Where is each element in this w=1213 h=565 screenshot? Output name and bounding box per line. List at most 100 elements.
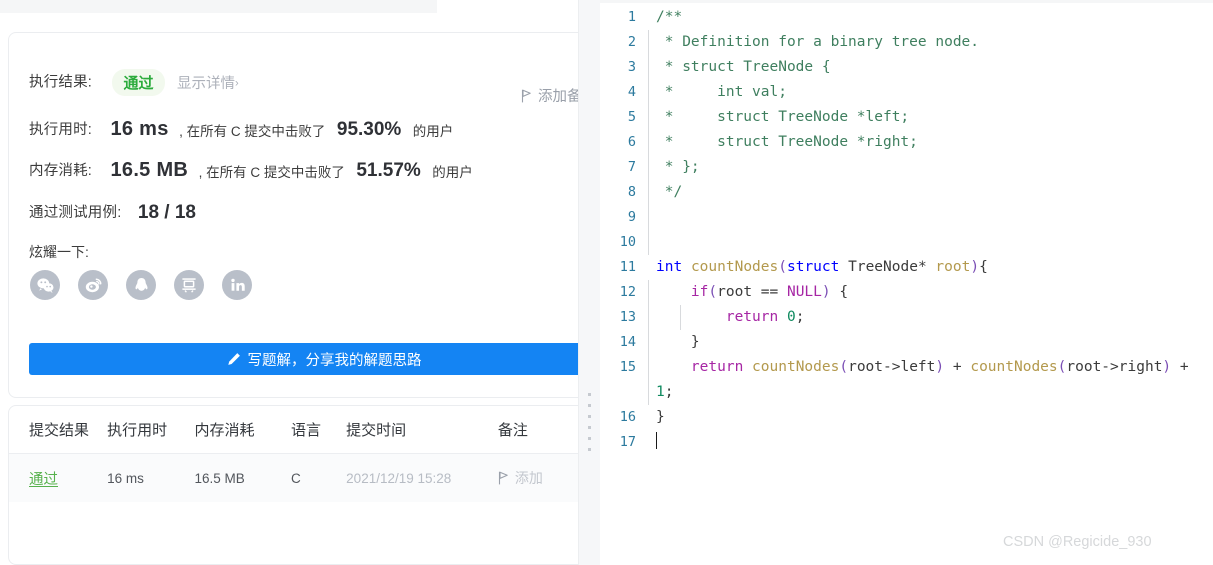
line-number: 16	[619, 409, 636, 425]
indent-guide	[648, 30, 649, 55]
write-solution-button[interactable]: 写题解，分享我的解题思路	[29, 343, 578, 375]
indent-guide	[648, 280, 649, 305]
code-token: return	[725, 309, 779, 325]
code-line: 17	[600, 430, 1213, 455]
weibo-share-icon[interactable]	[78, 270, 108, 300]
line-number: 2	[627, 34, 636, 50]
code-token: ;	[664, 384, 674, 400]
code-line: 11 int countNodes(struct TreeNode* root){	[600, 255, 1213, 280]
wechat-share-icon[interactable]	[30, 270, 60, 300]
code-token: * };	[656, 159, 700, 175]
column-header-memory: 内存消耗	[194, 422, 255, 439]
row-language: C	[291, 470, 301, 486]
code-token: +	[1171, 359, 1198, 375]
indent-guide	[648, 305, 649, 330]
code-token: )	[970, 259, 980, 275]
code-line-source: /**	[648, 5, 1213, 30]
code-token: (	[708, 284, 718, 300]
line-number: 5	[627, 109, 636, 125]
code-editor-pane[interactable]: 1 /** 2 * Definition for a binary tree nod…	[600, 0, 1213, 565]
app-root: 执行结果: 通过 显示详情› 添加备 执行用时: 16 ms , 在所有 C 提…	[0, 0, 1213, 565]
code-line-source	[648, 205, 1213, 230]
submissions-table: 提交结果 执行用时 内存消耗 语言 提交时间 备注 通过 16 ms 16.5 …	[9, 406, 578, 502]
column-header-note: 备注	[497, 422, 528, 439]
code-line: 1 /**	[600, 5, 1213, 30]
line-number: 1	[627, 9, 636, 25]
code-token: ;	[795, 309, 805, 325]
code-token: countNodes	[690, 259, 779, 275]
code-token: * struct TreeNode {	[656, 59, 831, 75]
add-note-label: 添加备	[538, 89, 578, 105]
code-line-source: return 0;	[648, 305, 1213, 330]
execution-result-row: 执行结果: 通过 显示详情›	[29, 69, 239, 96]
testcases-row: 通过测试用例: 18 / 18	[29, 201, 196, 224]
flag-icon	[521, 89, 531, 102]
line-number: 7	[627, 159, 636, 175]
line-number: 17	[619, 434, 636, 450]
code-line: 13 return 0;	[600, 305, 1213, 330]
code-token: )	[1162, 359, 1172, 375]
indent-guide	[680, 305, 681, 330]
line-number: 10	[619, 234, 636, 250]
code-token: 1	[656, 384, 665, 400]
text-caret	[656, 432, 657, 449]
memory-percentile: 51.57%	[356, 159, 421, 181]
column-header-submit-time: 提交时间	[346, 422, 407, 439]
code-line-source: if(root == NULL) {	[648, 280, 1213, 305]
show-detail-link[interactable]: 显示详情	[177, 76, 235, 92]
douban-share-icon[interactable]	[174, 270, 204, 300]
code-line: 10	[600, 230, 1213, 255]
row-result-link[interactable]: 通过	[29, 472, 58, 488]
testcases-value: 18 / 18	[137, 201, 196, 223]
code-line: 9	[600, 205, 1213, 230]
code-line-source: return countNodes(root->left) + countNod…	[648, 355, 1213, 405]
code-line-source: }	[648, 330, 1213, 355]
code-line-source: * struct TreeNode *left;	[648, 105, 1213, 130]
code-line: 3 * struct TreeNode {	[600, 55, 1213, 80]
indent-guide	[648, 55, 649, 80]
code-line: 12 if(root == NULL) {	[600, 280, 1213, 305]
code-token: * struct TreeNode *right;	[656, 134, 918, 150]
code-line-source: }	[648, 405, 1213, 430]
code-line: 7 * };	[600, 155, 1213, 180]
code-token: * int val;	[656, 84, 787, 100]
flag-icon	[498, 471, 508, 485]
code-token: struct	[786, 259, 840, 275]
row-add-note-button[interactable]: 添加	[498, 468, 578, 488]
editor-top-strip	[600, 0, 1213, 3]
table-row[interactable]: 通过 16 ms 16.5 MB C 2021/12/19 15:28 添加	[9, 454, 578, 502]
row-submit-time: 2021/12/19 15:28	[346, 470, 452, 486]
code-token: * Definition for a binary tree node.	[656, 34, 980, 50]
pane-splitter[interactable]	[578, 0, 600, 565]
top-gray-strip	[0, 0, 437, 13]
code-token: +	[944, 359, 971, 375]
linkedin-share-icon[interactable]	[222, 270, 252, 300]
memory-label: 内存消耗:	[29, 163, 93, 179]
column-header-result: 提交结果	[29, 422, 90, 439]
code-token: countNodes	[752, 359, 840, 375]
line-number: 12	[619, 284, 636, 300]
code-token: return	[690, 359, 744, 375]
qq-share-icon[interactable]	[126, 270, 156, 300]
pencil-icon	[227, 353, 240, 365]
indent-guide	[648, 105, 649, 130]
runtime-comparison-text: , 在所有 C 提交中击败了	[179, 123, 326, 139]
code-token: ==	[752, 284, 787, 300]
line-number: 8	[627, 184, 636, 200]
memory-value: 16.5 MB	[110, 159, 189, 182]
code-line: 5 * struct TreeNode *left;	[600, 105, 1213, 130]
code-line: 14 }	[600, 330, 1213, 355]
code-line: 2 * Definition for a binary tree node.	[600, 30, 1213, 55]
submissions-card: 提交结果 执行用时 内存消耗 语言 提交时间 备注 通过 16 ms 16.5 …	[8, 405, 578, 565]
code-line-source	[648, 430, 1213, 455]
code-line-source: * Definition for a binary tree node.	[648, 30, 1213, 55]
splitter-grip-icon[interactable]	[588, 393, 591, 451]
line-number: 14	[619, 334, 636, 350]
line-number: 11	[619, 259, 636, 275]
write-solution-label: 写题解，分享我的解题思路	[247, 352, 422, 369]
add-note-button[interactable]: 添加备	[521, 85, 578, 106]
code-token: */	[656, 184, 683, 200]
share-label: 炫耀一下:	[29, 244, 89, 260]
code-editor-content[interactable]: 1 /** 2 * Definition for a binary tree nod…	[600, 5, 1213, 455]
